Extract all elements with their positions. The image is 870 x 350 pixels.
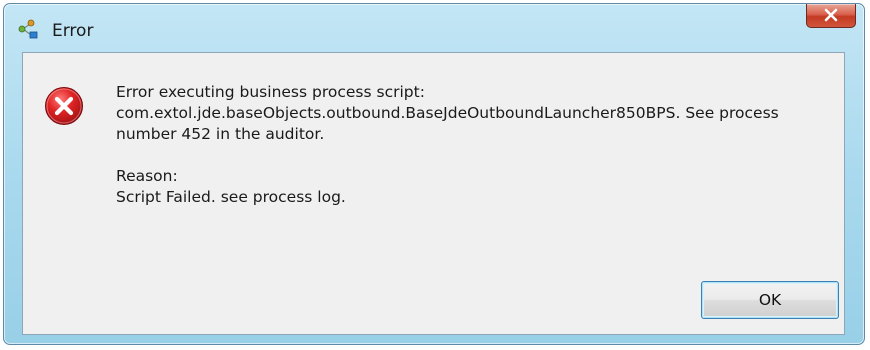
close-button[interactable] bbox=[806, 4, 856, 28]
dialog-body: Error executing business process script:… bbox=[22, 52, 845, 335]
error-icon bbox=[44, 86, 84, 126]
error-message: Error executing business process script:… bbox=[116, 82, 836, 208]
reason-label: Reason: bbox=[116, 167, 178, 185]
reason-text: Script Failed. see process log. bbox=[116, 188, 346, 206]
message-line: Error executing business process script: bbox=[116, 83, 425, 101]
title-bar[interactable]: Error bbox=[4, 4, 864, 52]
message-line: com.extol.jde.baseObjects.outbound.BaseJ… bbox=[116, 104, 779, 122]
error-dialog-window: Error Error executing business process s… bbox=[3, 3, 865, 345]
close-icon bbox=[824, 8, 838, 22]
process-diagram-icon bbox=[18, 19, 42, 41]
dialog-title: Error bbox=[52, 21, 94, 41]
message-line: number 452 in the auditor. bbox=[116, 125, 325, 143]
ok-button[interactable]: OK bbox=[701, 281, 839, 319]
